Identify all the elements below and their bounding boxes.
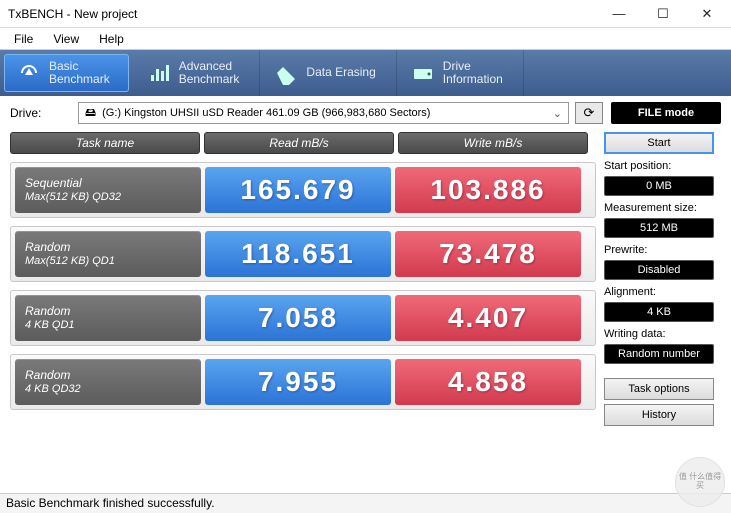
header-read: Read mB/s	[204, 132, 394, 154]
header-write: Write mB/s	[398, 132, 588, 154]
status-bar: Basic Benchmark finished successfully.	[0, 493, 731, 513]
refresh-icon: ⟳	[584, 105, 595, 121]
chart-icon	[147, 61, 171, 85]
history-button[interactable]: History	[604, 404, 714, 426]
tab-basic-benchmark[interactable]: Basic Benchmark	[4, 54, 129, 92]
tab-data-erasing[interactable]: Data Erasing	[260, 50, 396, 96]
writing-data-label: Writing data:	[604, 328, 714, 340]
watermark-logo: 值 什么值得买	[675, 457, 725, 507]
title-bar: TxBENCH - New project — ☐ ✕	[0, 0, 731, 28]
start-button[interactable]: Start	[604, 132, 714, 154]
task-cell: Random Max(512 KB) QD1	[15, 231, 201, 277]
table-header: Task name Read mB/s Write mB/s	[10, 132, 596, 154]
read-cell: 7.058	[205, 295, 391, 341]
tab-label: Advanced Benchmark	[179, 60, 240, 86]
task-name: Sequential	[25, 176, 191, 190]
task-sub: Max(512 KB) QD32	[25, 191, 191, 204]
menu-bar: File View Help	[0, 28, 731, 50]
task-cell: Random 4 KB QD1	[15, 295, 201, 341]
menu-file[interactable]: File	[4, 30, 43, 48]
task-cell: Sequential Max(512 KB) QD32	[15, 167, 201, 213]
table-row: Random Max(512 KB) QD1 118.651 73.478	[10, 226, 596, 282]
task-name: Random	[25, 240, 191, 254]
tab-label: Drive Information	[443, 60, 503, 86]
status-text: Basic Benchmark finished successfully.	[6, 496, 215, 510]
gauge-icon	[17, 61, 41, 85]
drive-label: Drive:	[10, 106, 70, 120]
write-cell: 103.886	[395, 167, 581, 213]
task-sub: 4 KB QD1	[25, 319, 191, 332]
file-mode-button[interactable]: FILE mode	[611, 102, 721, 124]
task-name: Random	[25, 368, 191, 382]
start-position-label: Start position:	[604, 160, 714, 172]
side-panel: Start Start position: 0 MB Measurement s…	[604, 132, 714, 426]
read-cell: 7.955	[205, 359, 391, 405]
read-cell: 118.651	[205, 231, 391, 277]
tab-label: Data Erasing	[306, 66, 375, 79]
task-sub: Max(512 KB) QD1	[25, 255, 191, 268]
window-title: TxBENCH - New project	[8, 7, 137, 21]
refresh-button[interactable]: ⟳	[575, 102, 603, 124]
alignment-value[interactable]: 4 KB	[604, 302, 714, 322]
header-task: Task name	[10, 132, 200, 154]
task-cell: Random 4 KB QD32	[15, 359, 201, 405]
drive-hdd-icon: 🖴	[85, 104, 96, 123]
write-cell: 4.407	[395, 295, 581, 341]
tab-drive-information[interactable]: Drive Information	[397, 50, 524, 96]
start-position-value[interactable]: 0 MB	[604, 176, 714, 196]
task-sub: 4 KB QD32	[25, 383, 191, 396]
task-options-button[interactable]: Task options	[604, 378, 714, 400]
writing-data-value[interactable]: Random number	[604, 344, 714, 364]
tab-advanced-benchmark[interactable]: Advanced Benchmark	[133, 50, 261, 96]
chevron-down-icon: ⌄	[553, 107, 562, 120]
menu-view[interactable]: View	[43, 30, 89, 48]
menu-help[interactable]: Help	[89, 30, 134, 48]
measurement-size-value[interactable]: 512 MB	[604, 218, 714, 238]
erase-icon	[274, 61, 298, 85]
measurement-size-label: Measurement size:	[604, 202, 714, 214]
drive-icon	[411, 61, 435, 85]
drive-select-value: (G:) Kingston UHSII uSD Reader 461.09 GB…	[102, 107, 430, 119]
drive-row: Drive: 🖴 (G:) Kingston UHSII uSD Reader …	[0, 96, 731, 128]
benchmark-panel: Task name Read mB/s Write mB/s Sequentia…	[10, 132, 596, 426]
minimize-button[interactable]: —	[597, 0, 641, 28]
prewrite-label: Prewrite:	[604, 244, 714, 256]
tab-label: Basic Benchmark	[49, 60, 110, 86]
tab-strip: Basic Benchmark Advanced Benchmark Data …	[0, 50, 731, 96]
drive-select[interactable]: 🖴 (G:) Kingston UHSII uSD Reader 461.09 …	[78, 102, 569, 124]
write-cell: 73.478	[395, 231, 581, 277]
table-row: Random 4 KB QD1 7.058 4.407	[10, 290, 596, 346]
alignment-label: Alignment:	[604, 286, 714, 298]
write-cell: 4.858	[395, 359, 581, 405]
task-name: Random	[25, 304, 191, 318]
table-row: Sequential Max(512 KB) QD32 165.679 103.…	[10, 162, 596, 218]
maximize-button[interactable]: ☐	[641, 0, 685, 28]
read-cell: 165.679	[205, 167, 391, 213]
table-row: Random 4 KB QD32 7.955 4.858	[10, 354, 596, 410]
close-button[interactable]: ✕	[685, 0, 729, 28]
prewrite-value[interactable]: Disabled	[604, 260, 714, 280]
